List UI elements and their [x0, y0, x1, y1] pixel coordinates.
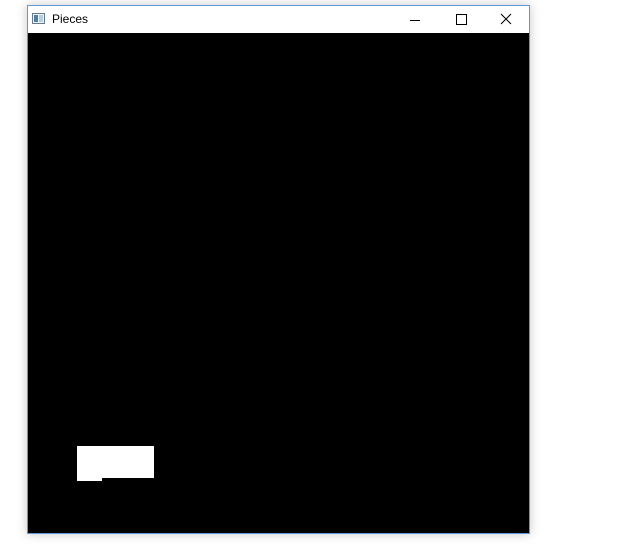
close-button[interactable] [483, 6, 529, 33]
close-icon [500, 13, 512, 25]
white-piece-tab [77, 478, 102, 481]
minimize-button[interactable] [392, 6, 438, 33]
app-window: Pieces [27, 5, 530, 534]
maximize-icon [456, 14, 467, 25]
title-bar[interactable]: Pieces [28, 6, 529, 33]
window-app-icon[interactable] [32, 13, 45, 24]
minimize-icon [410, 20, 420, 21]
white-piece[interactable] [77, 446, 154, 478]
window-title: Pieces [52, 12, 89, 26]
maximize-button[interactable] [438, 6, 484, 33]
game-canvas[interactable] [28, 33, 529, 533]
